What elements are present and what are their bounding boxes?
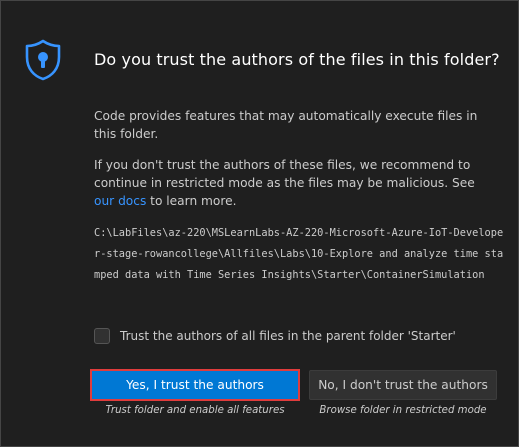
warning-paragraph: If you don't trust the authors of these … bbox=[94, 156, 489, 210]
shield-lock-icon bbox=[25, 39, 61, 81]
trust-authors-button-label: Yes, I trust the authors bbox=[126, 378, 264, 392]
description-paragraph: Code provides features that may automati… bbox=[94, 109, 478, 141]
dont-trust-authors-button[interactable]: No, I don't trust the authors bbox=[309, 370, 497, 400]
folder-path: C:\LabFiles\az-220\MSLearnLabs-AZ-220-Mi… bbox=[94, 227, 504, 281]
trust-authors-button[interactable]: Yes, I trust the authors bbox=[90, 369, 300, 401]
trust-caption: Trust folder and enable all features bbox=[105, 405, 285, 416]
trust-parent-checkbox-row[interactable]: Trust the authors of all files in the pa… bbox=[94, 328, 456, 344]
dialog-title: Do you trust the authors of the files in… bbox=[94, 50, 500, 69]
trust-parent-checkbox-label[interactable]: Trust the authors of all files in the pa… bbox=[120, 329, 456, 343]
warning-text: If you don't trust the authors of these … bbox=[94, 158, 475, 190]
dont-trust-authors-button-label: No, I don't trust the authors bbox=[318, 378, 488, 392]
workspace-trust-dialog: Do you trust the authors of the files in… bbox=[0, 0, 519, 447]
restricted-caption: Browse folder in restricted mode bbox=[319, 405, 487, 416]
trust-parent-checkbox[interactable] bbox=[94, 328, 110, 344]
docs-link[interactable]: our docs bbox=[94, 194, 146, 208]
warning-tail-text: to learn more. bbox=[146, 194, 237, 208]
